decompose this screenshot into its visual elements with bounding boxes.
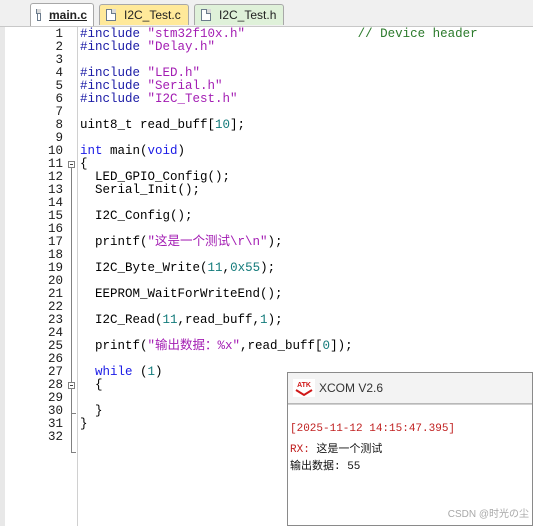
xcom-title: XCOM V2.6	[319, 381, 384, 395]
code-line-25: printf("输出数据：%x",read_buff[0]);	[80, 339, 353, 353]
line-number: 32	[47, 430, 63, 444]
svg-text:ATK: ATK	[297, 382, 311, 389]
code-line-10: int main(void)	[80, 144, 186, 158]
atk-logo-icon: ATK	[293, 379, 315, 397]
output-line: 输出数据: 55	[290, 461, 361, 473]
line-number-gutter: 1 2 3 4 5 6 7 8 9 10 11 12 13 14 15 16 17 18 19 20 21 22 23 24 2…	[5, 27, 67, 526]
code-line-28: {	[80, 378, 103, 392]
code-line-8: uint8_t read_buff[10];	[80, 118, 246, 132]
h-file-icon	[201, 9, 211, 21]
rx-line: RX: 这是一个测试	[290, 440, 382, 456]
xcom-title-bar[interactable]: ATK XCOM V2.6	[288, 373, 532, 404]
code-line-23: I2C_Read(11,read_buff,1);	[80, 313, 283, 327]
tab-main-c[interactable]: main.c	[30, 3, 94, 26]
fold-guide-main	[71, 168, 72, 452]
fold-toggle-while[interactable]	[68, 382, 75, 389]
code-line-2: #include "Delay.h"	[80, 40, 216, 54]
code-line-19: I2C_Byte_Write(11,0x55);	[80, 261, 276, 275]
xcom-window[interactable]: ATK XCOM V2.6 [2025-11-12 14:15:47.395] …	[287, 372, 533, 526]
rx-timestamp: [2025-11-12 14:15:47.395]	[290, 423, 456, 435]
rx-text: 这是一个测试	[309, 444, 383, 456]
watermark: CSDN @时光の尘	[447, 509, 529, 520]
code-line-17: printf("这是一个测试\r\n");	[80, 235, 283, 249]
fold-toggle-main[interactable]	[68, 161, 75, 168]
tab-label: I2C_Test.c	[124, 8, 181, 22]
fold-end-main	[71, 452, 76, 453]
code-line-21: EEPROM_WaitForWriteEnd();	[80, 287, 283, 301]
code-line-15: I2C_Config();	[80, 209, 193, 223]
c-file-icon	[106, 9, 116, 21]
code-line-31: }	[80, 417, 88, 431]
c-file-icon	[35, 9, 41, 21]
tab-label: main.c	[48, 8, 87, 22]
rx-label: RX:	[290, 444, 310, 456]
tab-label: I2C_Test.h	[219, 8, 277, 22]
file-tab-bar: main.c I2C_Test.c I2C_Test.h	[0, 0, 533, 27]
fold-end-while	[71, 413, 76, 414]
tab-i2c-test-c[interactable]: I2C_Test.c	[99, 4, 189, 25]
code-line-13: Serial_Init();	[80, 183, 201, 197]
code-line-6: #include "I2C_Test.h"	[80, 92, 238, 106]
tab-i2c-test-h[interactable]: I2C_Test.h	[194, 4, 284, 25]
